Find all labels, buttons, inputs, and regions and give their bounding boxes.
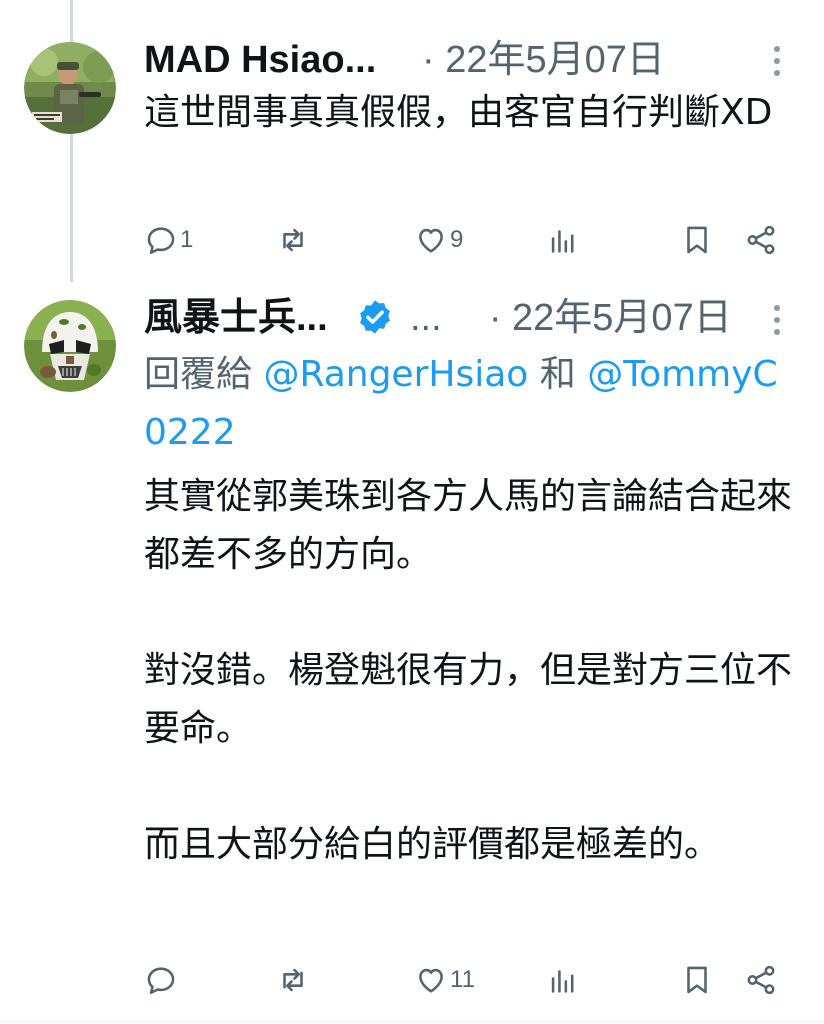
like-count: 9: [450, 226, 464, 253]
views-button[interactable]: [546, 958, 580, 1002]
tweet-meta: · 22年5月07日: [422, 38, 665, 82]
retweet-button[interactable]: [276, 218, 312, 262]
avatar[interactable]: [24, 42, 116, 134]
retweet-icon: [283, 228, 303, 252]
like-button[interactable]: 11: [414, 958, 475, 1002]
verified-badge-icon: [360, 300, 390, 334]
separator-dot: ·: [488, 297, 502, 339]
tweet-date[interactable]: 22年5月07日: [445, 39, 665, 81]
stormtrooper-helmet-avatar-icon: [24, 300, 116, 392]
separator-dot: ·: [422, 39, 435, 81]
tweet-text: 這世間事真真假假，由客官自行判斷XD: [144, 92, 773, 133]
reply-to-prefix: 回覆給: [144, 354, 253, 395]
avatar[interactable]: [24, 300, 116, 392]
heart-icon: [419, 968, 443, 993]
retweet-icon: [283, 968, 303, 992]
bookmark-button[interactable]: [680, 958, 714, 1002]
name-ellipsis: ...: [410, 297, 442, 339]
share-icon: [747, 225, 775, 255]
views-button[interactable]: [546, 218, 580, 262]
mention-link[interactable]: @RangerHsiao: [263, 354, 528, 395]
like-count: 11: [450, 966, 475, 993]
tweet-actions: 11: [140, 958, 790, 1002]
reply-icon: [147, 227, 175, 255]
tweet-text: 其實從郭美珠到各方人馬的言論結合起來都差不多的方向。 對沒錯。楊登魁很有力，但是…: [144, 476, 793, 865]
retweet-button[interactable]: [276, 958, 312, 1002]
more-options-icon[interactable]: [773, 46, 781, 76]
share-button[interactable]: [744, 218, 778, 262]
bookmark-button[interactable]: [680, 218, 714, 262]
bookmark-icon: [687, 226, 707, 254]
bookmark-icon: [687, 966, 707, 994]
reply-to-line: 回覆給 @RangerHsiao 和 @TommyC0222: [144, 346, 794, 462]
share-icon: [747, 965, 775, 995]
reply-count: 1: [180, 226, 194, 253]
display-name[interactable]: MAD Hsiao...: [144, 38, 376, 82]
soldier-photo-avatar-icon: [24, 42, 116, 134]
reply-button[interactable]: 1: [144, 218, 193, 262]
tweet-meta: ... · 22年5月07日: [410, 296, 732, 340]
views-chart-icon: [551, 970, 574, 993]
more-options-icon[interactable]: [773, 305, 781, 335]
bottom-divider: [0, 1021, 824, 1022]
heart-icon: [419, 228, 443, 253]
views-chart-icon: [551, 230, 574, 253]
reply-to-conjunction: 和: [539, 354, 576, 395]
tweet-date[interactable]: 22年5月07日: [512, 297, 732, 339]
like-button[interactable]: 9: [414, 218, 463, 262]
display-name[interactable]: 風暴士兵...: [144, 296, 328, 340]
reply-button[interactable]: [144, 958, 180, 1002]
reply-icon: [147, 967, 175, 995]
tweet-actions: 1 9: [140, 218, 790, 262]
share-button[interactable]: [744, 958, 778, 1002]
